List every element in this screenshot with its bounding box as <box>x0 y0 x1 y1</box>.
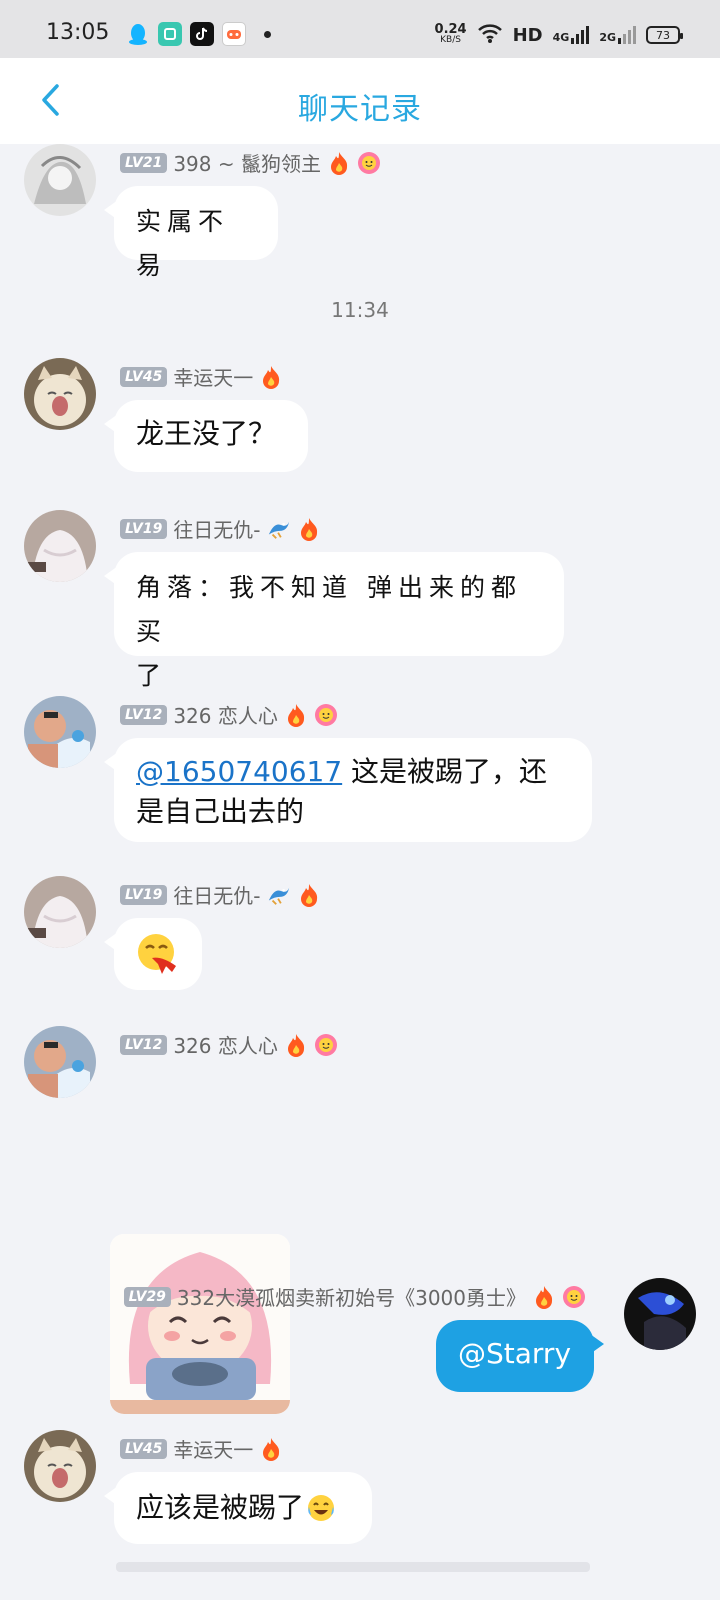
laugh-cry-emoji-icon <box>308 1495 335 1521</box>
notification-icons <box>126 22 271 46</box>
sim2-label: 2G <box>599 31 616 44</box>
message-text-line: 是自己出去的 <box>136 795 305 828</box>
avatar[interactable] <box>24 1430 96 1502</box>
dragon-badge-icon <box>267 517 291 541</box>
sim2-signal-bars-icon <box>618 26 636 44</box>
avatar[interactable] <box>24 876 96 948</box>
fire-badge-icon <box>297 883 321 907</box>
message-text: 实属不易 <box>136 207 230 280</box>
sender-meta: LV12 326 恋人心 <box>120 1030 338 1059</box>
avatar[interactable] <box>624 1278 696 1350</box>
fire-badge-icon <box>297 517 321 541</box>
flower-badge-icon <box>357 151 381 175</box>
dragon-badge-icon <box>267 883 291 907</box>
sim2-signal: 2G <box>599 26 636 44</box>
sender-meta: LV19 往日无仇- <box>120 514 321 543</box>
message-bubble[interactable]: 龙王没了？ <box>104 400 308 472</box>
qq-notification-icon <box>126 22 150 46</box>
avatar[interactable] <box>24 696 96 768</box>
sender-meta: LV29 332大漠孤烟卖新初始号《3000勇士》 <box>123 1282 586 1311</box>
game-notification-icon <box>222 22 246 46</box>
vomit-emoji-icon <box>138 934 176 974</box>
tiktok-notification-icon <box>190 22 214 46</box>
fire-badge-icon <box>327 151 351 175</box>
more-notifications-dot <box>264 30 271 38</box>
sender-name[interactable]: 332大漠孤烟卖新初始号《3000勇士》 <box>177 1282 526 1311</box>
time-divider: 11:34 <box>331 298 389 322</box>
message-bubble-self[interactable]: @Starry <box>436 1320 604 1392</box>
sim1-signal-bars-icon <box>571 26 590 44</box>
flower-badge-icon <box>314 703 338 727</box>
message-text-line: 了 <box>136 661 168 690</box>
level-badge: LV12 <box>120 704 168 725</box>
fire-badge-icon <box>259 1437 283 1461</box>
message-bubble[interactable] <box>104 918 202 990</box>
sender-meta: LV45 幸运天一 <box>120 1434 283 1463</box>
status-bar: 13:05 0.24 KB/S HD 4G 2G 73 <box>0 0 720 58</box>
fire-badge-icon <box>284 1033 308 1057</box>
fire-badge-icon <box>532 1285 556 1309</box>
avatar[interactable] <box>24 510 96 582</box>
message-text-line: 角落：我不知道 弹出来的都买 <box>136 573 522 646</box>
avatar[interactable] <box>24 358 96 430</box>
network-speed-value: 0.24 <box>434 22 467 37</box>
sticker-image[interactable] <box>110 1234 290 1414</box>
page-title: 聊天记录 <box>298 92 422 127</box>
fire-badge-icon <box>259 365 283 389</box>
avatar[interactable] <box>24 1026 96 1098</box>
app-header: 聊天记录 <box>0 58 720 144</box>
app-notification-icon <box>158 22 182 46</box>
flower-badge-icon <box>314 1033 338 1057</box>
level-badge: LV12 <box>120 1034 168 1055</box>
sender-name[interactable]: 幸运天一 <box>173 1434 253 1463</box>
network-speed-unit: KB/S <box>440 35 461 45</box>
mention-link[interactable]: @1650740617 <box>136 755 342 788</box>
level-badge: LV19 <box>120 518 168 539</box>
status-right: 0.24 KB/S HD 4G 2G 73 <box>434 22 683 48</box>
sender-name[interactable]: 398 ~ 鬣狗领主 <box>173 148 321 177</box>
battery-indicator: 73 <box>646 26 683 44</box>
sender-name[interactable]: 往日无仇- <box>173 514 260 543</box>
sender-meta: LV21 398 ~ 鬣狗领主 <box>120 148 381 177</box>
message-text: 应该是被踢了 <box>136 1491 305 1524</box>
message-bubble[interactable]: 角落：我不知道 弹出来的都买 了 <box>104 552 564 690</box>
level-badge: LV45 <box>120 1438 168 1459</box>
sender-name[interactable]: 幸运天一 <box>173 362 253 391</box>
sender-name[interactable]: 往日无仇- <box>173 880 260 909</box>
sender-name[interactable]: 326 恋人心 <box>173 700 278 729</box>
level-badge: LV45 <box>120 366 168 387</box>
sim1-signal: 4G <box>553 26 590 44</box>
message-text-line: @1650740617 这是被踢了，还 <box>136 752 570 792</box>
flower-badge-icon <box>562 1285 586 1309</box>
level-badge: LV21 <box>120 152 168 173</box>
message-bubble[interactable]: 应该是被踢了 <box>104 1472 372 1544</box>
partial-next-item <box>116 1562 590 1572</box>
network-speed: 0.24 KB/S <box>434 22 467 46</box>
level-badge: LV19 <box>120 884 168 905</box>
sender-meta: LV19 往日无仇- <box>120 880 321 909</box>
status-time: 13:05 <box>46 20 110 45</box>
avatar[interactable] <box>24 144 96 216</box>
message-bubble[interactable]: @1650740617 这是被踢了，还 是自己出去的 <box>104 738 592 842</box>
chat-history[interactable]: LV21 398 ~ 鬣狗领主 实属不易 11:34 LV45 幸运天一 龙王没… <box>0 144 720 1600</box>
wifi-icon <box>477 22 503 48</box>
message-text: 这是被踢了，还 <box>342 755 548 788</box>
fire-badge-icon <box>284 703 308 727</box>
hd-indicator: HD <box>512 24 543 46</box>
level-badge: LV29 <box>123 1286 171 1307</box>
sim1-label: 4G <box>552 31 570 44</box>
sender-meta: LV45 幸运天一 <box>120 362 283 391</box>
message-bubble[interactable]: 实属不易 <box>104 186 278 280</box>
sender-name[interactable]: 326 恋人心 <box>173 1030 278 1059</box>
message-text: 龙王没了？ <box>136 417 277 450</box>
sender-meta: LV12 326 恋人心 <box>120 700 338 729</box>
message-text: @Starry <box>458 1337 572 1370</box>
